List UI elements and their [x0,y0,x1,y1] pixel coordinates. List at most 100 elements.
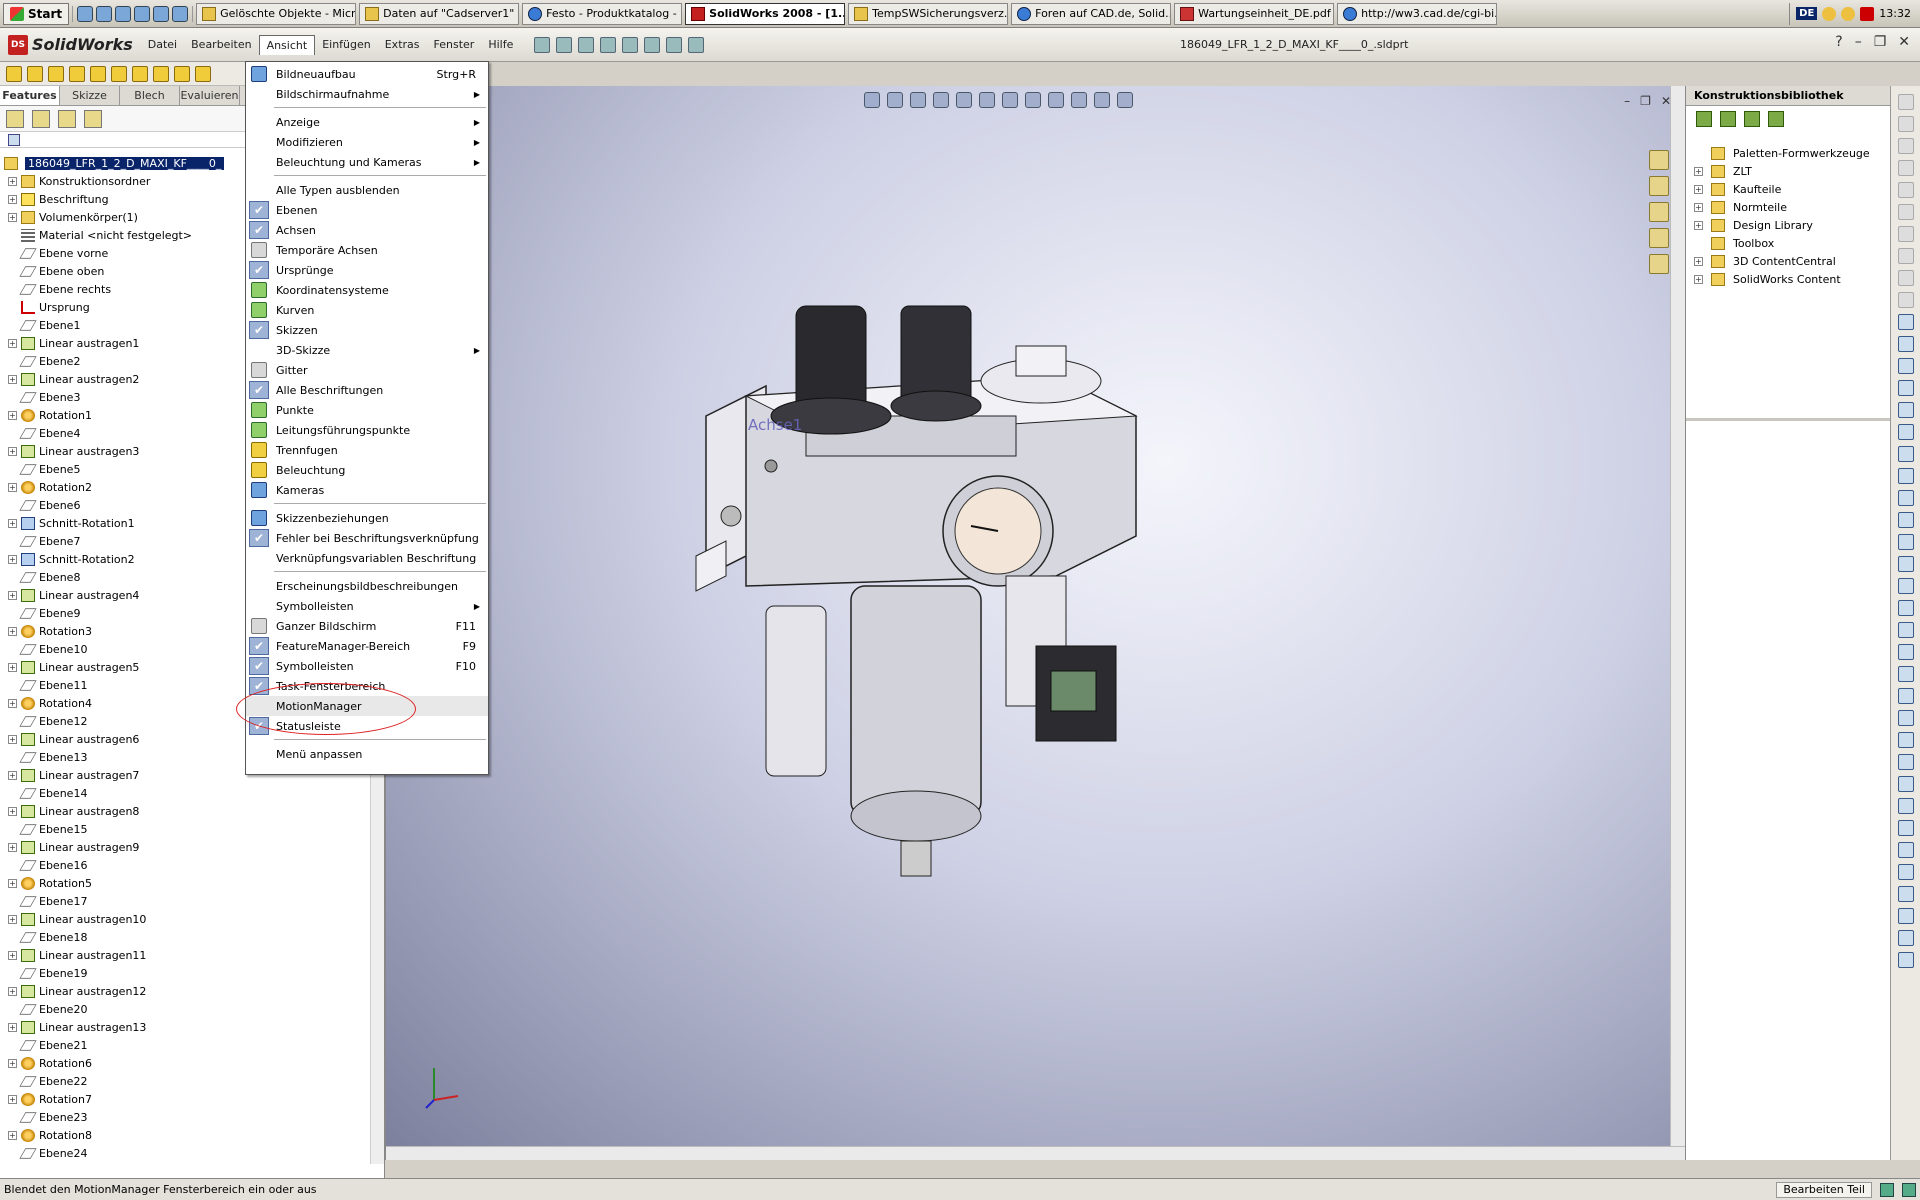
expand-icon[interactable]: + [8,950,17,960]
vertical-scrollbar[interactable] [1670,86,1685,1160]
taskbar-button[interactable]: SolidWorks 2008 - [1... [685,2,846,25]
tool-icon[interactable] [1897,534,1914,550]
expand-icon[interactable]: + [1694,220,1703,230]
display-style-icon[interactable] [1048,92,1064,108]
view-cube-icon[interactable] [1897,490,1914,506]
tree-item[interactable]: Ebene15 [0,820,385,838]
tool-icon[interactable] [1897,578,1914,594]
taskbar-button[interactable]: http://ww3.cad.de/cgi-bi... [1337,2,1498,25]
loft-icon[interactable] [69,65,85,82]
revolve-icon[interactable] [27,65,43,82]
expand-icon[interactable]: + [8,446,17,456]
toolbar-icon[interactable] [1897,204,1914,220]
sweep-icon[interactable] [48,65,64,82]
tab-skizze[interactable]: Skizze [60,86,120,105]
view-palette-icon[interactable] [1649,228,1669,248]
expand-icon[interactable]: + [8,770,17,780]
tree-item[interactable]: + Linear austragen10 [0,910,385,928]
menu-item-gitter[interactable]: Gitter [246,360,488,380]
taskbar-button[interactable]: Daten auf "Cadserver1" (F:) [359,2,520,25]
tab-evaluieren[interactable]: Evaluieren [180,86,240,105]
expand-icon[interactable]: + [8,806,17,816]
view-cube-icon[interactable] [1897,380,1914,396]
taskbar-button[interactable]: Wartungseinheit_DE.pdf - ... [1174,2,1335,25]
tree-item[interactable]: Ebene22 [0,1072,385,1090]
menu-item-kameras[interactable]: Kameras [246,480,488,500]
expand-icon[interactable]: + [8,338,17,348]
zoom-fit-icon[interactable] [864,92,880,108]
extrude-icon[interactable] [6,65,22,82]
menu-fenster[interactable]: Fenster [427,35,482,55]
expand-icon[interactable]: + [8,590,17,600]
menu-item-symbolleisten[interactable]: Symbolleisten ▶ [246,596,488,616]
rebuild-icon[interactable] [666,36,683,53]
tree-item[interactable]: + Rotation6 [0,1054,385,1072]
tree-item[interactable]: Ebene19 [0,964,385,982]
menu-item-verknüpfungsvariablen-beschriftung[interactable]: Verknüpfungsvariablen Beschriftung [246,548,488,568]
expand-icon[interactable]: + [1694,202,1703,212]
toolbar-icon[interactable] [1897,138,1914,154]
tool-icon[interactable] [1897,710,1914,726]
tree-item[interactable]: + Linear austragen11 [0,946,385,964]
view-cube-icon[interactable] [1897,424,1914,440]
tool-icon[interactable] [1897,886,1914,902]
restore-icon[interactable]: ❐ [1640,94,1651,108]
home-icon[interactable] [1649,150,1669,170]
graphics-area[interactable]: – ❐ ✕ Achse1 [385,86,1685,1160]
expand-icon[interactable]: + [8,482,17,492]
expand-icon[interactable]: + [8,662,17,672]
expand-icon[interactable]: + [8,986,17,996]
menu-item-menü-anpassen[interactable]: Menü anpassen [246,744,488,764]
menu-item-trennfugen[interactable]: Trennfugen [246,440,488,460]
menu-item-modifizieren[interactable]: Modifizieren ▶ [246,132,488,152]
toolbar-icon[interactable] [1897,182,1914,198]
appearances-icon[interactable] [1649,254,1669,274]
rebuild-status-icon[interactable] [1880,1182,1894,1197]
new-document-icon[interactable] [556,36,573,53]
menu-item-ganzer-bildschirm[interactable]: Ganzer Bildschirm F11 [246,616,488,636]
expand-icon[interactable]: + [8,410,17,420]
minimize-icon[interactable]: – [1855,34,1862,50]
library-item[interactable]: Toolbox [1694,234,1890,252]
library-item[interactable]: + Kaufteile [1694,180,1890,198]
menu-item-ebenen[interactable]: ✔ Ebenen [246,200,488,220]
menu-item-temporäre-achsen[interactable]: Temporäre Achsen [246,240,488,260]
pane-splitter[interactable] [1686,418,1891,421]
restore-icon[interactable]: ❐ [1874,34,1887,50]
tool-icon[interactable] [1897,930,1914,946]
tree-item[interactable]: Ebene21 [0,1036,385,1054]
menu-item-skizzen[interactable]: ✔ Skizzen [246,320,488,340]
expand-icon[interactable]: + [1694,256,1703,266]
expand-icon[interactable]: + [8,1094,17,1104]
expand-icon[interactable]: + [8,698,17,708]
library-item[interactable]: + ZLT [1694,162,1890,180]
menu-item-beleuchtung[interactable]: Beleuchtung [246,460,488,480]
minimize-icon[interactable]: – [1624,94,1630,108]
browser-icon[interactable] [96,5,113,22]
tree-item[interactable]: + Rotation8 [0,1126,385,1144]
expand-icon[interactable]: + [8,194,17,204]
dimxpert-icon[interactable] [84,109,102,128]
taskbar-button[interactable]: Foren auf CAD.de, Solid... [1011,2,1172,25]
menu-item-beleuchtung-und-kameras[interactable]: Beleuchtung und Kameras ▶ [246,152,488,172]
menu-einfügen[interactable]: Einfügen [315,35,378,55]
hide-show-icon[interactable] [1071,92,1087,108]
library-item[interactable]: Paletten-Formwerkzeuge [1694,144,1890,162]
toolbar-icon[interactable] [1897,248,1914,264]
tree-item[interactable]: Ebene24 [0,1144,385,1162]
add-file-location-icon[interactable] [1720,111,1736,127]
toolbar-icon[interactable] [1897,270,1914,286]
tool-icon[interactable] [1897,754,1914,770]
view-cube-icon[interactable] [1897,468,1914,484]
menu-item-koordinatensysteme[interactable]: Koordinatensysteme [246,280,488,300]
pin-icon[interactable] [534,36,551,53]
menu-item-symbolleisten[interactable]: ✔ Symbolleisten F10 [246,656,488,676]
expand-icon[interactable]: + [8,626,17,636]
tool-icon[interactable] [1897,622,1914,638]
help-status-icon[interactable] [1902,1182,1916,1197]
expand-icon[interactable]: + [8,842,17,852]
show-desktop-icon[interactable] [77,5,94,22]
expand-icon[interactable]: + [1694,184,1703,194]
expand-icon[interactable]: + [1694,166,1703,176]
tool-icon[interactable] [1897,864,1914,880]
